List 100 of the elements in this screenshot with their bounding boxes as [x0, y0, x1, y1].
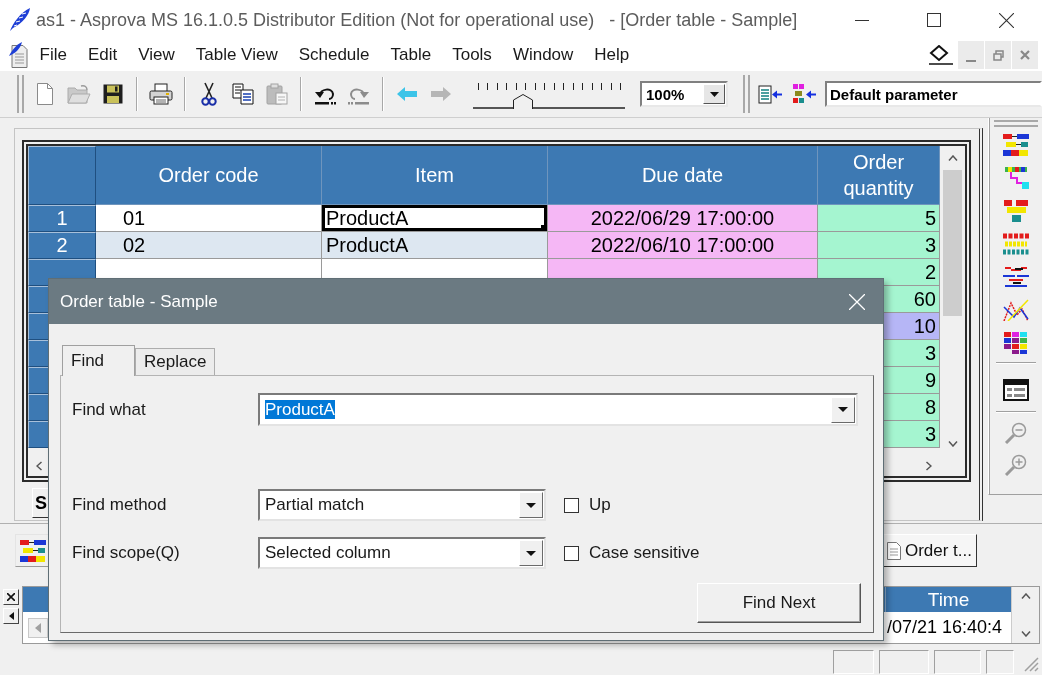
maximize-icon [927, 13, 941, 27]
close-icon [998, 12, 1014, 28]
scroll-left-button[interactable] [28, 617, 48, 638]
chevron-down-icon [1020, 631, 1031, 637]
menu-item[interactable]: Table View [185, 42, 289, 68]
toolbar-grip[interactable] [17, 75, 24, 113]
toolbar-grip[interactable] [743, 75, 750, 113]
dashed-bars-icon[interactable] [1002, 233, 1029, 255]
table-corner [28, 146, 96, 205]
menu-item[interactable]: Edit [77, 42, 128, 68]
slider-thumb[interactable] [513, 94, 534, 109]
document-quill-icon [8, 42, 30, 68]
menu-item[interactable]: View [127, 42, 186, 68]
table-cell-text: /07/21 16:40:4 [886, 617, 1004, 638]
line-chart-icon[interactable] [1002, 299, 1029, 321]
combo-box[interactable]: ProductA [258, 393, 858, 426]
minimize-button[interactable] [958, 41, 984, 69]
parameter-field[interactable]: Default parameter [825, 81, 1042, 107]
menu-item[interactable]: Tools [441, 42, 503, 68]
caret-down-icon [838, 407, 848, 412]
window-tab[interactable] [15, 534, 51, 567]
checkbox[interactable] [564, 545, 579, 561]
row-header[interactable]: 1 [28, 205, 96, 232]
minimize-icon [966, 60, 976, 62]
table-cell: 01 [96, 205, 322, 232]
status-panel [986, 649, 1014, 674]
caret-down-icon [526, 502, 536, 508]
table-cell: 2022/06/29 17:00:00 [548, 205, 818, 232]
table-cell: 2022/06/10 17:00:00 [548, 232, 818, 259]
checkbox-label[interactable]: Case sensitive [589, 543, 700, 563]
dropdown-button[interactable] [519, 492, 543, 518]
zoom-in-icon[interactable] [1002, 454, 1029, 476]
zoom-out-icon[interactable] [1002, 422, 1029, 444]
two-pages-icon[interactable] [232, 83, 254, 105]
table-cell: 5 [818, 205, 940, 232]
menu-item[interactable]: Help [583, 42, 640, 68]
gantt-chart-icon [20, 539, 46, 562]
field-label: Find scope(Q) [72, 543, 181, 563]
caret-down-icon [709, 91, 719, 97]
printer-icon[interactable] [149, 83, 173, 105]
field-label: Find what [72, 399, 147, 420]
chevron-up-icon [947, 155, 958, 161]
form-window-icon[interactable] [1002, 379, 1029, 401]
line-bars-icon[interactable] [1002, 266, 1029, 288]
table-cell: ProductA [322, 232, 548, 259]
table-cell: 3 [818, 232, 940, 259]
chevron-down-icon [947, 441, 958, 447]
colored-bars-icon[interactable] [1002, 167, 1029, 189]
diamond-icon[interactable] [929, 45, 953, 65]
quill-icon [9, 8, 31, 32]
pane-arrow-button[interactable] [3, 608, 19, 624]
checkbox-label[interactable]: Up [589, 495, 611, 515]
dropdown-button[interactable] [703, 84, 725, 104]
document-icon [886, 541, 901, 560]
left-triangle-icon [35, 622, 41, 633]
column-header[interactable]: Order code [96, 146, 322, 205]
close-icon [7, 593, 15, 601]
menu-item[interactable]: Schedule [288, 42, 381, 68]
tab[interactable]: Replace [135, 348, 216, 375]
blocks-arrow-icon[interactable] [792, 84, 816, 104]
row-header[interactable]: 2 [28, 232, 96, 259]
close-button[interactable] [3, 589, 19, 605]
status-panel [934, 649, 981, 674]
combo-box[interactable]: Partial match [258, 489, 546, 521]
tab[interactable]: Find [62, 345, 135, 376]
dropdown-button[interactable] [519, 540, 543, 566]
blank-page-icon[interactable] [35, 83, 55, 105]
gantt-chart-icon[interactable] [1002, 134, 1029, 156]
scissors-icon[interactable] [201, 82, 217, 106]
zoom-combo-box[interactable]: 100% [640, 81, 728, 107]
window-tab[interactable]: Order t... [881, 534, 977, 567]
chevron-right-icon [926, 461, 932, 471]
status-panel [833, 649, 874, 674]
color-grid-icon[interactable] [1002, 332, 1029, 354]
column-header[interactable]: Due date [548, 146, 818, 205]
minimize-icon [855, 19, 869, 21]
menu-item[interactable]: Table [380, 42, 442, 68]
dropdown-button[interactable] [831, 396, 855, 423]
table-cell: 02 [96, 232, 322, 259]
caret-down-icon [526, 550, 536, 556]
menu-item[interactable]: File [30, 42, 78, 68]
scrollbar-thumb[interactable] [943, 170, 962, 316]
find-next-button[interactable]: Find Next [697, 583, 861, 623]
checkbox[interactable] [564, 497, 579, 513]
colored-blocks-icon[interactable] [1002, 200, 1029, 222]
table-cell: ProductA [322, 205, 548, 232]
combo-box[interactable]: Selected column [258, 537, 546, 569]
column-header[interactable]: Order quantity [818, 146, 940, 205]
chevron-left-icon [36, 461, 42, 471]
close-icon [849, 293, 865, 310]
left-triangle-icon [8, 612, 14, 620]
status-panel [879, 649, 929, 674]
restore-icon [992, 49, 1004, 61]
toolbar-grip[interactable] [993, 120, 1038, 127]
chevron-up-icon [1020, 593, 1031, 599]
list-arrow-icon[interactable] [758, 84, 782, 104]
column-header[interactable]: Item [322, 146, 548, 205]
dialog-title: Order table - Sample [60, 291, 219, 312]
window-title: as1 - Asprova MS 16.1.0.5 Distributor Edition (Not for operational use) - [Order table - Sample] [36, 9, 799, 31]
menu-item[interactable]: Window [502, 42, 584, 68]
